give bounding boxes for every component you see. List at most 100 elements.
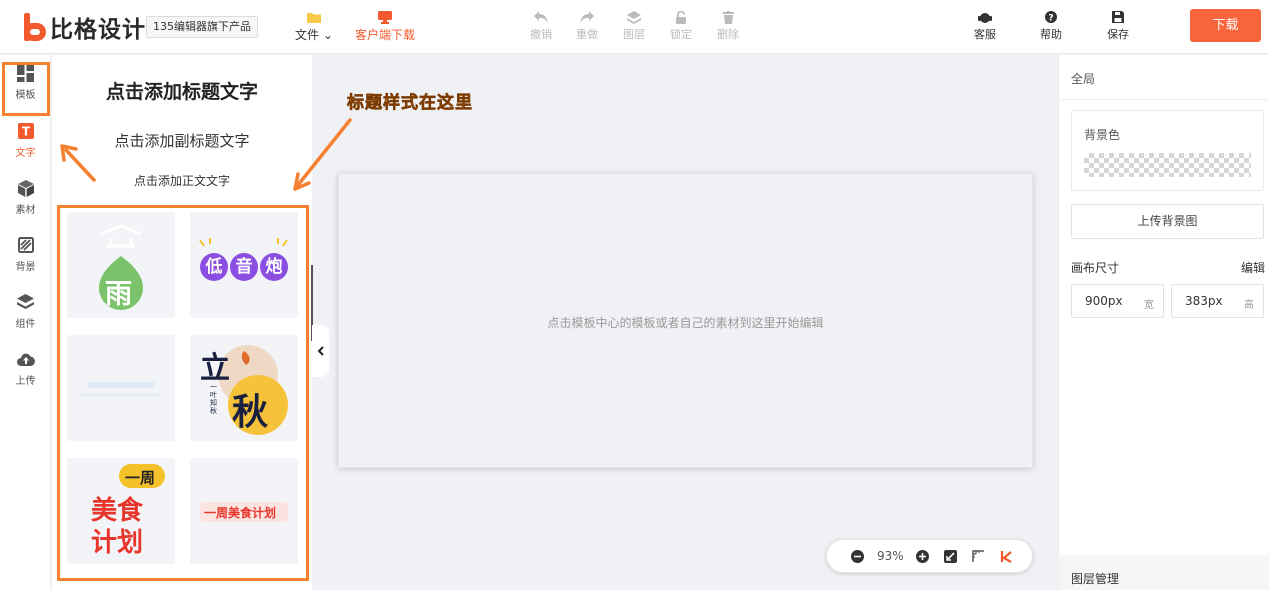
bass-char-2: 音	[230, 253, 258, 281]
faint-text-graphic	[81, 382, 161, 396]
logo-mark	[22, 11, 48, 43]
file-menu-label: 文件	[295, 28, 320, 42]
text-style-food-plan[interactable]: 一周 美食 计划	[67, 458, 175, 564]
canvas-height-field[interactable]: 383px 高	[1171, 284, 1264, 318]
add-subtitle-text[interactable]: 点击添加副标题文字	[52, 130, 312, 151]
layer-manager-bar[interactable]: 图层管理	[1059, 555, 1269, 590]
delete-button[interactable]: 删除	[698, 9, 758, 42]
background-color-label: 背景色	[1084, 128, 1121, 142]
file-menu[interactable]: 文件 ⌄	[284, 9, 344, 43]
left-rail: 模板 T 文字 素材 背景 组件 上传	[0, 55, 51, 590]
top-bar: 比格设计 135编辑器旗下产品 文件 ⌄ 客户端下载 撤销 重做 图层 锁定 删…	[0, 0, 1269, 54]
fit-icon	[943, 549, 957, 563]
trash-icon	[698, 9, 758, 25]
help-label: 帮助	[1040, 28, 1062, 41]
sidebar-item-text[interactable]: T 文字	[0, 121, 51, 159]
sidebar-item-label: 素材	[15, 205, 36, 216]
canvas-size-label: 画布尺寸	[1071, 261, 1120, 275]
canvas-width-unit: 宽	[1144, 300, 1154, 311]
monitor-icon	[355, 9, 415, 25]
background-icon	[0, 235, 51, 255]
text-icon: T	[0, 121, 51, 141]
zoom-in-button[interactable]	[914, 548, 930, 564]
client-download-button[interactable]: 客户端下载	[355, 9, 415, 43]
text-style-bass[interactable]: 低 音 炮	[190, 212, 298, 318]
chevron-down-icon: ⌄	[319, 28, 333, 42]
canvas-size-edit-link[interactable]: 编辑	[1241, 259, 1265, 276]
sidebar-item-label: 组件	[15, 319, 36, 330]
delete-label: 删除	[717, 28, 739, 41]
properties-panel: 全局 背景色 上传背景图 画布尺寸 编辑 900px 宽 383px 高 图层管…	[1058, 55, 1269, 590]
cube-icon	[0, 178, 51, 198]
logo[interactable]: 比格设计	[22, 10, 146, 44]
sidebar-item-components[interactable]: 组件	[0, 292, 51, 330]
client-download-label: 客户端下载	[355, 28, 416, 42]
upload-cloud-icon	[0, 349, 51, 369]
chevron-left-icon	[317, 346, 324, 356]
design-canvas[interactable]: 点击模板中心的模板或者自己的素材到这里开始编辑	[338, 173, 1033, 468]
svg-text:T: T	[21, 125, 30, 139]
liqiu-qiu: 秋	[232, 392, 269, 433]
add-title-text[interactable]: 点击添加标题文字	[52, 77, 312, 104]
canvas-height-unit: 高	[1244, 300, 1254, 311]
service-label: 客服	[974, 28, 996, 41]
canvas-hint: 点击模板中心的模板或者自己的素材到这里开始编辑	[547, 316, 824, 330]
text-style-rain[interactable]: 雨	[67, 212, 175, 318]
text-style-liqiu[interactable]: 立 秋 一叶知秋	[190, 335, 298, 441]
brand-k-icon	[1000, 550, 1012, 563]
banner-text: 一周美食计划	[204, 506, 277, 520]
svg-text:?: ?	[1048, 14, 1053, 24]
layer-manager-label: 图层管理	[1071, 572, 1120, 586]
sidebar-item-label: 文字	[15, 148, 36, 159]
headset-icon	[955, 9, 1015, 25]
rain-char: 雨	[105, 279, 132, 310]
liqiu-small: 一叶知秋	[210, 383, 217, 415]
fit-canvas-button[interactable]	[942, 548, 958, 564]
logo-text: 比格设计	[50, 17, 146, 43]
food-line-2: 计划	[91, 528, 144, 558]
logo-tag: 135编辑器旗下产品	[146, 16, 258, 38]
folder-icon	[284, 9, 344, 25]
sidebar-item-background[interactable]: 背景	[0, 235, 51, 273]
bass-char-1: 低	[200, 253, 228, 281]
minus-circle-icon	[850, 549, 864, 563]
help-button[interactable]: ? 帮助	[1021, 9, 1081, 42]
zoom-toolbar: 93%	[826, 539, 1033, 573]
sidebar-item-upload[interactable]: 上传	[0, 349, 51, 387]
text-style-banner[interactable]: 一周美食计划	[190, 458, 298, 564]
save-button[interactable]: 保存	[1088, 9, 1148, 42]
plus-circle-icon	[915, 549, 929, 563]
canvas-width-value: 900px	[1085, 294, 1123, 308]
zoom-out-button[interactable]	[849, 548, 865, 564]
download-button[interactable]: 下载	[1190, 9, 1261, 42]
bass-sparkle-icon	[199, 238, 288, 247]
canvas-height-value: 383px	[1185, 294, 1223, 308]
background-color-card: 背景色	[1071, 110, 1264, 191]
text-style-faint[interactable]	[67, 335, 175, 441]
service-button[interactable]: 客服	[955, 9, 1015, 42]
global-heading: 全局	[1071, 72, 1096, 86]
sidebar-item-label: 上传	[15, 376, 36, 387]
sidebar-item-materials[interactable]: 素材	[0, 178, 51, 216]
title-styles-highlight: 雨 低 音 炮 立 秋 一叶知秋 一周 美食 计划 一周美食计划	[57, 205, 309, 581]
divider	[1059, 99, 1269, 100]
food-week: 一周	[125, 469, 156, 487]
save-label: 保存	[1107, 28, 1129, 41]
save-icon	[1088, 9, 1148, 25]
background-color-swatch[interactable]	[1084, 153, 1251, 177]
upload-background-button[interactable]: 上传背景图	[1071, 204, 1264, 239]
help-icon: ?	[1021, 9, 1081, 25]
text-panel: 点击添加标题文字 点击添加副标题文字 点击添加正文文字 雨 低 音 炮 立 秋 …	[52, 55, 312, 590]
liqiu-li: 立	[200, 351, 230, 386]
brand-tool-button[interactable]	[998, 548, 1014, 564]
annotation-label: 标题样式在这里	[347, 93, 473, 114]
sidebar-item-label: 背景	[15, 262, 36, 273]
zoom-level: 93%	[877, 549, 904, 563]
annotation-highlight-box	[2, 62, 50, 116]
ruler-button[interactable]	[970, 548, 986, 564]
canvas-width-field[interactable]: 900px 宽	[1071, 284, 1164, 318]
layers-stack-icon	[0, 292, 51, 312]
collapse-panel-button[interactable]	[312, 325, 329, 377]
add-body-text[interactable]: 点击添加正文文字	[52, 172, 312, 189]
ruler-icon	[971, 549, 984, 562]
